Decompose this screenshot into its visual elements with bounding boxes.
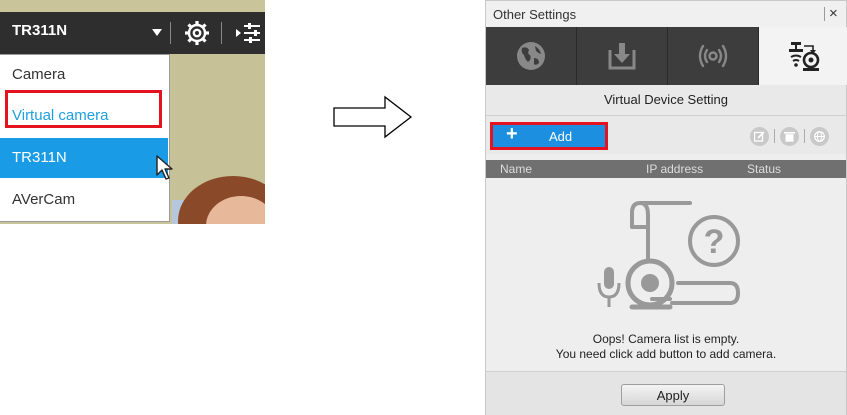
toolbar-divider bbox=[170, 22, 171, 44]
svg-text:?: ? bbox=[704, 223, 725, 261]
delete-icon bbox=[784, 132, 795, 142]
edit-icon bbox=[754, 131, 765, 142]
toolbar-divider bbox=[221, 22, 222, 44]
dropdown-item-avercam[interactable]: AVerCam bbox=[0, 180, 168, 220]
highlight-box bbox=[490, 122, 608, 150]
other-settings-dialog: Other Settings × Virtual Device Setting … bbox=[485, 0, 847, 415]
empty-camera-list-illustration: ? bbox=[597, 201, 740, 310]
dropdown-item-tr311n[interactable]: TR311N bbox=[0, 138, 168, 178]
delete-button[interactable] bbox=[780, 127, 799, 146]
dialog-title: Other Settings bbox=[493, 7, 577, 22]
toolbar-divider bbox=[804, 129, 805, 143]
close-icon[interactable]: × bbox=[829, 5, 838, 22]
mouse-cursor-icon bbox=[156, 155, 173, 180]
gear-icon[interactable] bbox=[183, 19, 211, 47]
wireless-broadcast-icon bbox=[698, 44, 728, 68]
column-header-ip[interactable]: IP address bbox=[646, 162, 703, 176]
apply-button[interactable]: Apply bbox=[621, 384, 725, 406]
device-table-header: Name IP address Status bbox=[486, 160, 846, 178]
device-dropdown: Camera Virtual camera TR311N AVerCam bbox=[0, 54, 170, 222]
tab-download[interactable] bbox=[577, 27, 667, 85]
right-arrow-icon bbox=[333, 95, 413, 139]
chevron-down-icon[interactable] bbox=[152, 29, 162, 36]
app-preview-panel: TR311N Camera Virtual camera TR311N AVer… bbox=[0, 0, 265, 224]
section-title: Virtual Device Setting bbox=[486, 85, 846, 116]
action-toolbar: + Add bbox=[486, 116, 846, 154]
globe-icon bbox=[517, 42, 545, 70]
highlight-box bbox=[5, 90, 162, 128]
tab-network-camera[interactable] bbox=[759, 27, 847, 85]
toolbar-divider bbox=[774, 129, 775, 143]
network-camera-icon bbox=[789, 42, 820, 71]
globe-icon bbox=[814, 131, 825, 142]
dropdown-item-camera[interactable]: Camera bbox=[0, 55, 168, 95]
tab-globe[interactable] bbox=[486, 27, 576, 85]
dialog-titlebar: Other Settings × bbox=[486, 1, 846, 27]
titlebar-divider bbox=[824, 7, 825, 21]
empty-message-title: Oops! Camera list is empty. bbox=[592, 332, 740, 346]
web-button[interactable] bbox=[810, 127, 829, 146]
settings-sliders-icon[interactable] bbox=[235, 22, 261, 44]
top-toolbar: TR311N bbox=[0, 12, 265, 54]
column-header-status[interactable]: Status bbox=[747, 162, 781, 176]
settings-tabbar bbox=[486, 27, 847, 85]
dialog-footer: Apply bbox=[486, 371, 846, 415]
download-icon bbox=[608, 43, 636, 70]
tab-wireless[interactable] bbox=[668, 27, 758, 85]
column-header-name[interactable]: Name bbox=[500, 162, 532, 176]
empty-message-hint: You need click add button to add camera. bbox=[555, 347, 777, 361]
device-selector-label[interactable]: TR311N bbox=[12, 22, 67, 39]
edit-button[interactable] bbox=[750, 127, 769, 146]
